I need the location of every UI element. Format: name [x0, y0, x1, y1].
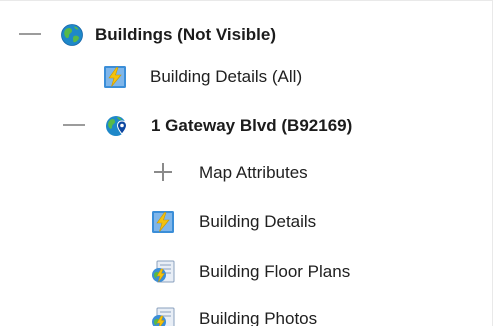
tree-node-building-floor-plans[interactable]: Building Floor Plans — [0, 252, 492, 292]
tree-node-label: Building Details (All) — [150, 67, 303, 86]
tree-node-label: Buildings (Not Visible) — [95, 25, 277, 44]
expand-plus-icon[interactable] — [150, 159, 176, 185]
tree-node-building-photos[interactable]: Building Photos — [0, 299, 492, 326]
tree-node-label: Building Details — [199, 212, 317, 231]
floor-plans-icon — [151, 260, 175, 284]
tree-node-building-details-all[interactable]: Building Details (All) — [0, 57, 492, 97]
tree-node-label: Building Floor Plans — [199, 262, 351, 281]
tree-node-label: Map Attributes — [199, 163, 308, 182]
globe-icon — [60, 23, 84, 47]
tree-node-1-gateway-blvd[interactable]: 1 Gateway Blvd (B92169) — [0, 106, 492, 146]
building-details-icon — [151, 210, 175, 234]
tree-node-label: 1 Gateway Blvd (B92169) — [151, 116, 353, 135]
tree-node-buildings[interactable]: Buildings (Not Visible) — [0, 15, 492, 55]
tree-node-building-details[interactable]: Building Details — [0, 202, 492, 242]
building-details-icon — [103, 65, 127, 89]
tree-node-label: Building Photos — [199, 309, 318, 326]
photos-icon — [151, 307, 175, 326]
collapse-toggle-buildings[interactable] — [17, 21, 43, 47]
globe-location-pin-icon — [105, 114, 129, 138]
tree-node-map-attributes[interactable]: Map Attributes — [0, 153, 492, 193]
layer-tree-panel: Buildings (Not Visible) Building Details… — [0, 0, 493, 326]
collapse-toggle-1-gateway-blvd[interactable] — [61, 112, 87, 138]
